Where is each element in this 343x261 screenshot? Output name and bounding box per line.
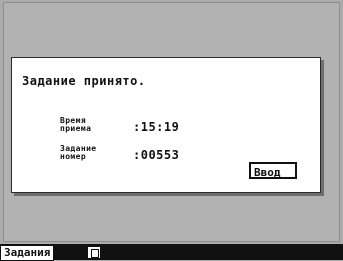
job-number-value: :00553	[133, 148, 180, 162]
document-icon[interactable]	[87, 246, 101, 259]
taskbar: Задания	[0, 244, 343, 261]
job-number-label: Задание номер	[60, 144, 97, 161]
receive-time-label: Время приема	[60, 116, 92, 133]
dialog-title: Задание принято.	[22, 74, 146, 88]
enter-button[interactable]: Ввод	[249, 162, 297, 179]
job-accepted-dialog: Задание принято. Время приема :15:19 Зад…	[11, 57, 321, 193]
receive-time-value: :15:19	[133, 120, 180, 134]
screen-area: Задание принято. Время приема :15:19 Зад…	[0, 0, 343, 244]
tab-jobs[interactable]: Задания	[0, 245, 55, 261]
